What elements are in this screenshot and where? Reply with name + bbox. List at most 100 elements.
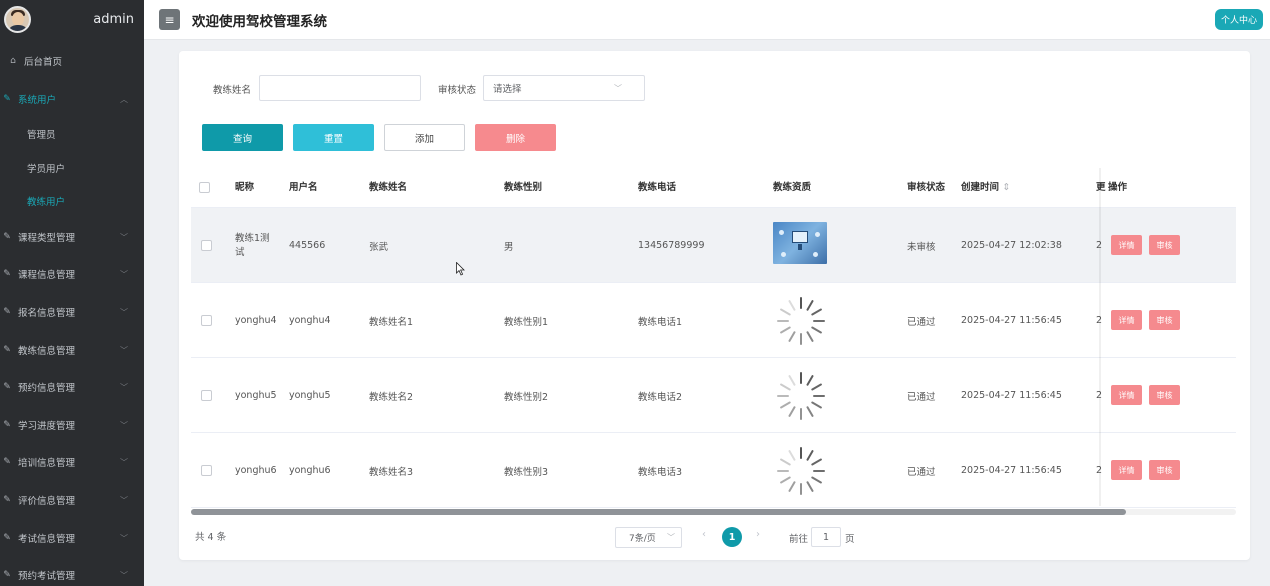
pagination-total: 共 4 条 bbox=[195, 532, 227, 543]
table-row[interactable]: yonghu4 yonghu4 教练姓名1 教练性别1 教练电话1 已通过 20… bbox=[191, 283, 1236, 358]
profile-button[interactable]: 个人中心 bbox=[1214, 9, 1263, 30]
chevron-up-icon: ︿ bbox=[120, 94, 128, 104]
cell-coach-gender: 教练性别3 bbox=[504, 466, 549, 478]
menu-icon: ≡ bbox=[164, 12, 175, 27]
cell-coach-name: 教练姓名3 bbox=[369, 466, 414, 478]
sidebar-item-progress[interactable]: ✎ 学习进度管理 ﹀ bbox=[0, 415, 144, 435]
loading-spinner-icon bbox=[777, 372, 825, 420]
sidebar-item-booking[interactable]: ✎ 预约信息管理 ﹀ bbox=[0, 377, 144, 397]
col-review-status: 审核状态 bbox=[907, 182, 946, 193]
sidebar-item-review[interactable]: ✎ 评价信息管理 ﹀ bbox=[0, 490, 144, 510]
sidebar-item-coach-info[interactable]: ✎ 教练信息管理 ﹀ bbox=[0, 340, 144, 360]
row-checkbox[interactable] bbox=[201, 315, 212, 326]
top-header: ≡ 欢迎使用驾校管理系统 个人中心 bbox=[144, 0, 1270, 40]
sidebar-item-label: 后台首页 bbox=[24, 57, 63, 68]
admin-username: admin bbox=[93, 11, 134, 27]
review-button[interactable]: 审核 bbox=[1149, 235, 1180, 255]
table-row[interactable]: 教练1测试 445566 张武 男 13456789999 未审核 2025-0… bbox=[191, 208, 1236, 283]
sidebar-item-label: 报名信息管理 bbox=[18, 308, 76, 319]
edit-icon: ✎ bbox=[3, 232, 11, 242]
mouse-cursor-icon bbox=[456, 262, 465, 276]
chevron-down-icon: ﹀ bbox=[120, 345, 128, 355]
cell-coach-phone: 教练电话1 bbox=[638, 316, 683, 328]
edit-icon: ✎ bbox=[3, 533, 11, 543]
cell-created-time: 2025-04-27 11:56:45 bbox=[961, 390, 1062, 401]
coach-name-label: 教练姓名 bbox=[213, 85, 252, 96]
review-status-select[interactable]: 请选择 ﹀ bbox=[483, 75, 645, 101]
table-horizontal-scrollbar[interactable] bbox=[191, 509, 1236, 515]
detail-button[interactable]: 详情 bbox=[1111, 235, 1142, 255]
review-button[interactable]: 审核 bbox=[1149, 460, 1180, 480]
sidebar-item-course-type[interactable]: ✎ 课程类型管理 ﹀ bbox=[0, 227, 144, 247]
sidebar-item-home[interactable]: ⌂ 后台首页 bbox=[0, 51, 144, 71]
review-status-label: 审核状态 bbox=[438, 85, 477, 96]
cell-coach-phone: 教练电话2 bbox=[638, 391, 683, 403]
goto-page-input[interactable]: 1 bbox=[811, 527, 841, 547]
cell-nickname: yonghu6 bbox=[235, 465, 277, 476]
sidebar-header: admin bbox=[0, 0, 144, 38]
edit-icon: ✎ bbox=[3, 457, 11, 467]
col-created-time[interactable]: 创建时间 ⇕ bbox=[961, 168, 1010, 208]
row-checkbox[interactable] bbox=[201, 465, 212, 476]
sidebar-item-label: 预约考试管理 bbox=[18, 571, 76, 582]
delete-button[interactable]: 删除 bbox=[475, 124, 556, 151]
chevron-down-icon: ﹀ bbox=[120, 533, 128, 543]
row-checkbox[interactable] bbox=[201, 390, 212, 401]
cell-review-status: 已通过 bbox=[907, 391, 936, 403]
detail-button[interactable]: 详情 bbox=[1111, 385, 1142, 405]
review-button[interactable]: 审核 bbox=[1149, 385, 1180, 405]
sidebar-item-system-users[interactable]: ✎ 系统用户 ︿ bbox=[0, 89, 144, 109]
chevron-down-icon: ﹀ bbox=[120, 382, 128, 392]
chevron-down-icon: ﹀ bbox=[667, 533, 675, 542]
next-page-button[interactable]: › bbox=[756, 529, 760, 540]
cell-coach-phone: 教练电话3 bbox=[638, 466, 683, 478]
chevron-down-icon: ﹀ bbox=[120, 420, 128, 430]
coach-name-input[interactable] bbox=[259, 75, 421, 101]
cell-username: yonghu6 bbox=[289, 465, 331, 476]
table-row[interactable]: yonghu6 yonghu6 教练姓名3 教练性别3 教练电话3 已通过 20… bbox=[191, 433, 1236, 508]
sidebar-item-label: 课程信息管理 bbox=[18, 270, 76, 281]
edit-icon: ✎ bbox=[3, 570, 11, 580]
chevron-down-icon: ﹀ bbox=[120, 495, 128, 505]
page-suffix-label: 页 bbox=[845, 534, 855, 545]
add-button[interactable]: 添加 bbox=[384, 124, 465, 151]
detail-button[interactable]: 详情 bbox=[1111, 310, 1142, 330]
menu-toggle-button[interactable]: ≡ bbox=[159, 9, 180, 30]
sidebar-item-exam-info[interactable]: ✎ 考试信息管理 ﹀ bbox=[0, 528, 144, 548]
reset-button[interactable]: 重置 bbox=[293, 124, 374, 151]
qualification-image[interactable] bbox=[773, 222, 827, 264]
sidebar-item-enrollment[interactable]: ✎ 报名信息管理 ﹀ bbox=[0, 302, 144, 322]
prev-page-button[interactable]: ‹ bbox=[702, 529, 706, 540]
cell-created-time: 2025-04-27 11:56:45 bbox=[961, 315, 1062, 326]
sidebar-item-exam-booking[interactable]: ✎ 预约考试管理 ﹀ bbox=[0, 565, 144, 585]
cell-created-time: 2025-04-27 11:56:45 bbox=[961, 465, 1062, 476]
sidebar-sub-coach-users[interactable]: 教练用户 bbox=[27, 191, 65, 211]
avatar[interactable] bbox=[4, 5, 31, 33]
cell-coach-name: 教练姓名2 bbox=[369, 391, 414, 403]
detail-button[interactable]: 详情 bbox=[1111, 460, 1142, 480]
sort-icon[interactable]: ⇕ bbox=[1002, 182, 1010, 193]
page-title: 欢迎使用驾校管理系统 bbox=[192, 13, 327, 30]
current-page-button[interactable]: 1 bbox=[722, 527, 742, 547]
sidebar-sub-admin[interactable]: 管理员 bbox=[27, 124, 56, 144]
review-button[interactable]: 审核 bbox=[1149, 310, 1180, 330]
sidebar-item-label: 考试信息管理 bbox=[18, 534, 76, 545]
chevron-down-icon: ﹀ bbox=[120, 307, 128, 317]
select-all-checkbox[interactable] bbox=[199, 182, 210, 193]
row-checkbox[interactable] bbox=[201, 240, 212, 251]
scrollbar-thumb[interactable] bbox=[191, 509, 1126, 515]
cell-username: yonghu5 bbox=[289, 390, 331, 401]
query-button[interactable]: 查询 bbox=[202, 124, 283, 151]
sidebar-sub-student-users[interactable]: 学员用户 bbox=[27, 158, 65, 178]
cell-coach-gender: 教练性别2 bbox=[504, 391, 549, 403]
table-row[interactable]: yonghu5 yonghu5 教练姓名2 教练性别2 教练电话2 已通过 20… bbox=[191, 358, 1236, 433]
sidebar-item-training[interactable]: ✎ 培训信息管理 ﹀ bbox=[0, 452, 144, 472]
cell-review-status: 已通过 bbox=[907, 316, 936, 328]
goto-label: 前往 bbox=[789, 534, 809, 545]
col-coach-gender: 教练性别 bbox=[504, 182, 543, 193]
chevron-down-icon: ﹀ bbox=[120, 457, 128, 467]
cell-coach-phone: 13456789999 bbox=[638, 240, 705, 251]
fixed-column-divider bbox=[1099, 168, 1101, 506]
sidebar-item-course-info[interactable]: ✎ 课程信息管理 ﹀ bbox=[0, 264, 144, 284]
page-size-select[interactable]: 7条/页 ﹀ bbox=[615, 527, 682, 548]
